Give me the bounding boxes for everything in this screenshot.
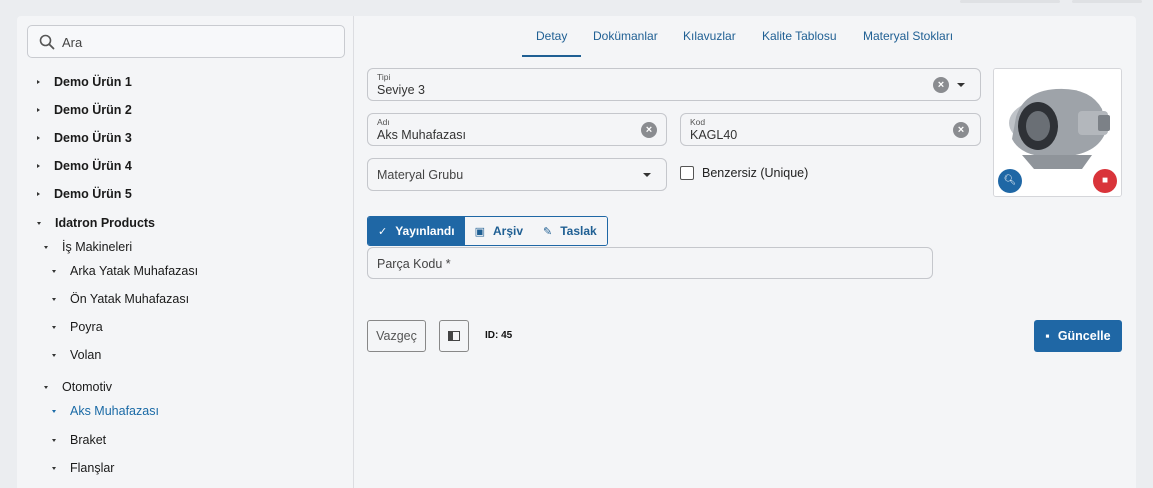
caret-down-icon[interactable] [52, 297, 56, 301]
parca-kodu-placeholder: Parça Kodu * [377, 257, 451, 271]
tab-bar: Detay Dokümanlar Kılavuzlar Kalite Tablo… [354, 16, 1136, 57]
tree-item-label: Demo Ürün 4 [54, 159, 132, 173]
tree-item[interactable]: Otomotiv [44, 378, 112, 396]
tree-item[interactable]: Volan [52, 346, 101, 364]
kod-value: KAGL40 [690, 128, 738, 142]
tree-item[interactable]: Demo Ürün 3 [37, 129, 132, 147]
search-box[interactable] [27, 25, 345, 58]
tab-detay[interactable]: Detay [522, 29, 582, 57]
cancel-button[interactable]: Vazgeç [367, 320, 426, 352]
tree-item[interactable]: Demo Ürün 2 [37, 101, 132, 119]
caret-down-icon[interactable] [37, 221, 41, 225]
tree-item-label: Arka Yatak Muhafazası [70, 264, 199, 278]
tipi-value: Seviye 3 [377, 83, 425, 97]
archive-icon: ▣ [474, 225, 485, 238]
caret-down-icon[interactable] [52, 353, 56, 357]
adi-label: Adı [377, 117, 390, 127]
tree-item[interactable]: Demo Ürün 4 [37, 157, 132, 175]
top-pill [1072, 0, 1142, 3]
adi-value: Aks Muhafazası [377, 128, 466, 142]
top-pill [960, 0, 1060, 3]
tree-item-label: Flanşlar [70, 461, 115, 475]
tipi-select[interactable]: Tipi Seviye 3 × [367, 68, 981, 101]
tab-kilavuzlar[interactable]: Kılavuzlar [683, 29, 736, 55]
status-arsiv[interactable]: ▣ Arşiv [464, 217, 534, 245]
check-icon: ✓ [378, 225, 388, 238]
tipi-label: Tipi [377, 72, 391, 82]
clear-icon[interactable]: × [641, 122, 657, 138]
tree-item[interactable]: Braket [52, 431, 106, 449]
chevron-down-icon[interactable] [643, 173, 651, 177]
update-label: Güncelle [1057, 329, 1111, 343]
tab-dokumanlar[interactable]: Dokümanlar [593, 29, 658, 55]
status-label: Taslak [560, 224, 597, 238]
panel-toggle-button[interactable] [439, 320, 469, 352]
tree-item-selected[interactable]: Aks Muhafazası [52, 402, 159, 420]
materyal-grubu-placeholder: Materyal Grubu [377, 168, 464, 182]
product-tree-panel: Demo Ürün 1 Demo Ürün 2 Demo Ürün 3 Demo… [17, 16, 354, 488]
unique-checkbox[interactable] [680, 166, 694, 180]
status-taslak[interactable]: ✎ Taslak [533, 217, 607, 245]
caret-down-icon[interactable] [52, 466, 56, 470]
caret-right-icon[interactable] [37, 164, 40, 168]
caret-down-icon[interactable] [52, 438, 56, 442]
pencil-icon: ✎ [543, 225, 553, 238]
tree-item-label: Demo Ürün 3 [54, 131, 132, 145]
parca-kodu-field[interactable]: Parça Kodu * [367, 247, 933, 279]
tree-item[interactable]: İş Makineleri [44, 238, 132, 256]
record-id: ID: 45 [485, 330, 513, 341]
top-strip [0, 0, 1153, 16]
tree-item-label: Poyra [70, 320, 103, 334]
chevron-down-icon[interactable] [957, 83, 965, 87]
tree-item-label: Idatron Products [55, 216, 156, 230]
search-icon [39, 34, 55, 50]
tree-item[interactable]: Ön Yatak Muhafazası [52, 290, 189, 308]
tree-item-label: İş Makineleri [62, 240, 133, 254]
trash-icon[interactable]: ■ [1093, 169, 1117, 193]
zoom-icon[interactable]: 🔍︎ [998, 169, 1022, 193]
tree-item-label: Demo Ürün 1 [54, 75, 132, 89]
status-yayinlandi[interactable]: ✓ Yayınlandı [368, 217, 465, 245]
update-button[interactable]: ▪ Güncelle [1034, 320, 1122, 352]
product-image: 🔍︎ ■ [993, 68, 1122, 197]
status-label: Arşiv [492, 224, 524, 238]
adi-field[interactable]: Adı Aks Muhafazası × [367, 113, 667, 146]
caret-right-icon[interactable] [37, 136, 40, 140]
caret-right-icon[interactable] [37, 192, 40, 196]
tree-item-label: Demo Ürün 2 [54, 103, 132, 117]
caret-right-icon[interactable] [37, 80, 40, 84]
main-card: Demo Ürün 1 Demo Ürün 2 Demo Ürün 3 Demo… [17, 16, 1136, 488]
tab-materyal-stoklari[interactable]: Materyal Stokları [863, 29, 953, 55]
search-input[interactable] [62, 32, 332, 52]
tab-kalite-tablosu[interactable]: Kalite Tablosu [762, 29, 837, 55]
clear-icon[interactable]: × [933, 77, 949, 93]
tree-item[interactable]: Poyra [52, 318, 103, 336]
tree-item-label: Ön Yatak Muhafazası [70, 292, 190, 306]
tree-item[interactable]: Flanşlar [52, 459, 114, 477]
tree-item-label: Volan [70, 348, 102, 362]
panel-icon [448, 331, 460, 341]
tree-item-label: Aks Muhafazası [70, 404, 159, 418]
kod-label: Kod [690, 117, 706, 127]
caret-down-icon[interactable] [52, 409, 56, 413]
kod-field[interactable]: Kod KAGL40 × [680, 113, 981, 146]
caret-down-icon[interactable] [44, 385, 48, 389]
clear-icon[interactable]: × [953, 122, 969, 138]
tree-item[interactable]: Idatron Products [37, 214, 155, 232]
caret-down-icon[interactable] [52, 325, 56, 329]
tree-item-label: Demo Ürün 5 [54, 187, 132, 201]
tree-item[interactable]: Demo Ürün 5 [37, 185, 132, 203]
caret-down-icon[interactable] [44, 245, 48, 249]
caret-down-icon[interactable] [52, 269, 56, 273]
unique-label: Benzersiz (Unique) [702, 166, 809, 180]
status-toggle: ✓ Yayınlandı ▣ Arşiv ✎ Taslak [367, 216, 608, 246]
save-icon: ▪ [1045, 329, 1050, 343]
caret-right-icon[interactable] [37, 108, 40, 112]
status-label: Yayınlandı [395, 224, 455, 238]
tree-item[interactable]: Demo Ürün 1 [37, 73, 132, 91]
tree-item-label: Braket [70, 433, 107, 447]
tree-item-label: Otomotiv [62, 380, 113, 394]
tree-item[interactable]: Arka Yatak Muhafazası [52, 262, 198, 280]
materyal-grubu-select[interactable]: Materyal Grubu [367, 158, 667, 191]
